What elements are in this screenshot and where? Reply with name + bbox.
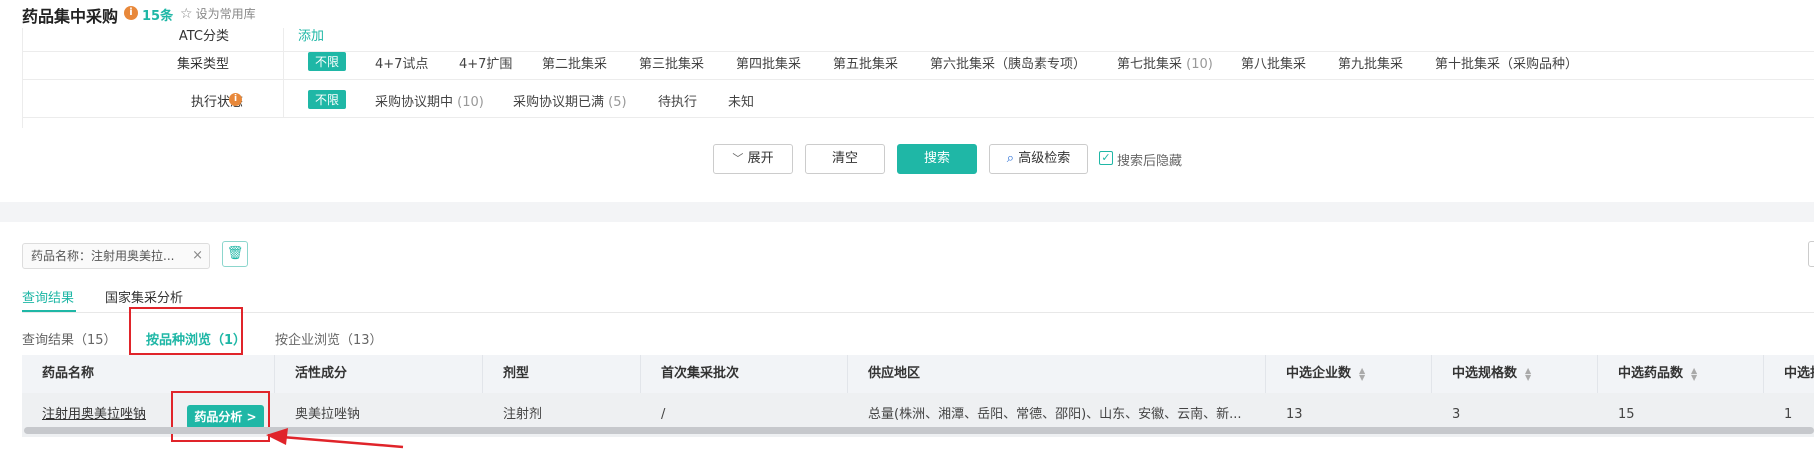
favorite-label: 设为常用库 <box>195 7 256 21</box>
col-specs[interactable]: 中选规格数 ▲ ▼ <box>1432 355 1598 393</box>
info-icon[interactable]: i <box>124 6 138 20</box>
col-ingredient: 活性成分 <box>275 355 483 393</box>
side-toggle-button[interactable] <box>1808 241 1814 267</box>
subtab-by-company[interactable]: 按企业浏览（13） <box>275 329 383 348</box>
set-favorite-link[interactable]: ☆ 设为常用库 <box>180 5 256 22</box>
filter-label-collect-type: 集采类型 <box>176 57 229 72</box>
filter-chip[interactable]: 药品名称：注射用奥美拉... × <box>22 243 210 269</box>
table-header: 药品名称 活性成分 剂型 首次集采批次 供应地区 中选企业数 ▲ ▼ 中选规格数 ▲ ▼… <box>22 355 1814 393</box>
annotation-box <box>129 307 243 355</box>
star-icon: ☆ <box>180 6 193 22</box>
collect-type-option[interactable]: 不限 <box>308 52 347 71</box>
exec-status-option[interactable]: 采购协议期中 (10) <box>375 91 484 110</box>
col-drug-name: 药品名称 <box>22 355 275 393</box>
col-batches: 中选批次 <box>1784 366 1814 381</box>
col-dosage-form: 剂型 <box>483 355 641 393</box>
filter-chip-text: 药品名称：注射用奥美拉... <box>31 249 175 263</box>
sort-icon: ▲ ▼ <box>1359 365 1366 382</box>
filter-row-collect-type: 集采类型 不限 4+7试点 4+7扩围 第二批集采 第三批集采 第四批集采 第五批集采 第六批… <box>23 42 1814 80</box>
col-drugs[interactable]: 中选药品数 ▲ ▼ <box>1598 355 1764 393</box>
collect-type-option[interactable]: 第五批集采 <box>833 53 898 72</box>
collect-type-option[interactable]: 4+7试点 <box>375 53 428 72</box>
filter-row-exec-status: 执行状态 i 不限 采购协议期中 (10) 采购协议期已满 (5) 待执行 未知 <box>23 80 1814 118</box>
col-region: 供应地区 <box>848 355 1266 393</box>
col-companies[interactable]: 中选企业数 ▲ ▼ <box>1266 355 1432 393</box>
exec-status-option[interactable]: 未知 <box>728 91 754 110</box>
page-title: 药品集中采购 <box>22 7 119 26</box>
section-divider <box>0 202 1814 222</box>
filter-panel: ATC分类 添加 集采类型 不限 4+7试点 4+7扩围 第二批集采 第三批集采 第四批集… <box>22 14 1814 128</box>
result-count: 15条 <box>142 9 174 24</box>
tab-query-results[interactable]: 查询结果 <box>22 287 74 306</box>
collect-type-option[interactable]: 第二批集采 <box>542 53 607 72</box>
sort-icon: ▲ ▼ <box>1525 365 1532 382</box>
hide-after-search-label: 搜索后隐藏 <box>1117 154 1183 169</box>
close-icon[interactable]: × <box>192 244 203 268</box>
collect-type-option[interactable]: 第八批集采 <box>1241 53 1306 72</box>
annotation-box <box>171 391 270 442</box>
search-button[interactable]: 搜索 <box>897 144 977 174</box>
drug-name-link[interactable]: 注射用奥美拉唑钠 <box>42 407 146 422</box>
collect-type-option[interactable]: 第九批集采 <box>1338 53 1403 72</box>
clear-button[interactable]: 清空 <box>805 144 885 174</box>
exec-status-option[interactable]: 采购协议期已满 (5) <box>513 91 627 110</box>
expand-button[interactable]: ﹀ 展开 <box>713 144 793 174</box>
tab-divider <box>22 312 1814 313</box>
info-icon[interactable]: i <box>229 93 242 106</box>
collect-type-option[interactable]: 4+7扩围 <box>459 53 512 72</box>
collect-type-option[interactable]: 第四批集采 <box>736 53 801 72</box>
exec-status-option[interactable]: 待执行 <box>658 91 697 110</box>
annotation-arrow-icon <box>266 428 404 449</box>
advanced-search-button[interactable]: ⌕ 高级检索 <box>989 144 1088 174</box>
collect-type-option[interactable]: 第七批集采 (10) <box>1117 53 1213 72</box>
collect-type-option[interactable]: 第三批集采 <box>639 53 704 72</box>
hide-after-search-checkbox[interactable]: ✓ <box>1099 151 1113 165</box>
trash-icon[interactable]: 🗑 <box>222 241 248 267</box>
tab-national-analysis[interactable]: 国家集采分析 <box>105 287 183 306</box>
title-bar: 药品集中采购 i 15条 ☆ 设为常用库 <box>0 0 1814 28</box>
collect-type-option[interactable]: 第十批集采（采购品种） <box>1435 53 1578 72</box>
sort-icon: ▲ ▼ <box>1691 365 1698 382</box>
subtab-query-results[interactable]: 查询结果（15） <box>22 329 117 348</box>
col-first-batch: 首次集采批次 <box>641 355 848 393</box>
collect-type-option[interactable]: 第六批集采（胰岛素专项） <box>930 53 1086 72</box>
advanced-search-icon: ⌕ <box>1006 151 1015 166</box>
chevron-down-icon: ﹀ <box>732 152 744 165</box>
exec-status-option[interactable]: 不限 <box>308 90 347 109</box>
